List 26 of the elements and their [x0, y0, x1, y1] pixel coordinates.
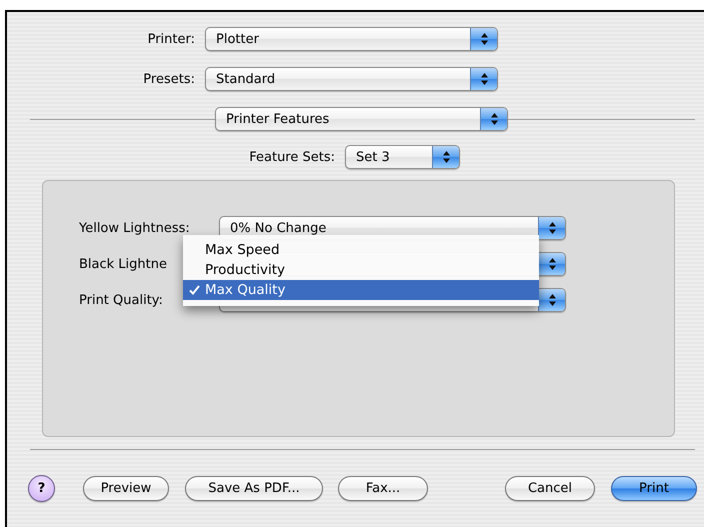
feature-sets-popup[interactable]: Set 3 — [345, 145, 460, 169]
up-down-arrows-icon — [480, 33, 488, 45]
dialog-button[interactable]: Cancel — [505, 476, 595, 501]
default-button[interactable]: Print — [611, 476, 697, 501]
menu-item[interactable]: Max Quality — [183, 280, 539, 300]
dialog-button[interactable]: Fax... — [338, 476, 428, 501]
menu-item[interactable]: Productivity — [183, 260, 539, 280]
presets-label: Presets: — [142, 72, 196, 86]
help-button[interactable]: ? — [28, 475, 55, 502]
setting-label: Yellow Lightness: — [79, 220, 191, 236]
up-down-arrows-icon — [548, 294, 556, 306]
up-down-arrows-icon — [548, 222, 556, 234]
printer-popup[interactable]: Plotter — [205, 27, 498, 51]
dialog-button[interactable]: Save As PDF... — [185, 476, 323, 501]
up-down-arrows-icon — [442, 151, 450, 163]
feature-sets-label: Feature Sets: — [248, 150, 336, 164]
up-down-arrows-icon — [490, 113, 498, 125]
checkmark-icon — [188, 285, 200, 295]
setting-label: Print Quality: — [79, 292, 164, 308]
up-down-arrows-icon — [548, 258, 556, 270]
presets-popup[interactable]: Standard — [205, 67, 498, 91]
up-down-arrows-icon — [480, 73, 488, 85]
menu-item[interactable]: Max Speed — [183, 240, 539, 260]
dialog-button[interactable]: Preview — [83, 476, 169, 501]
printer-label: Printer: — [146, 32, 196, 46]
panel-popup[interactable]: Printer Features — [215, 107, 508, 131]
